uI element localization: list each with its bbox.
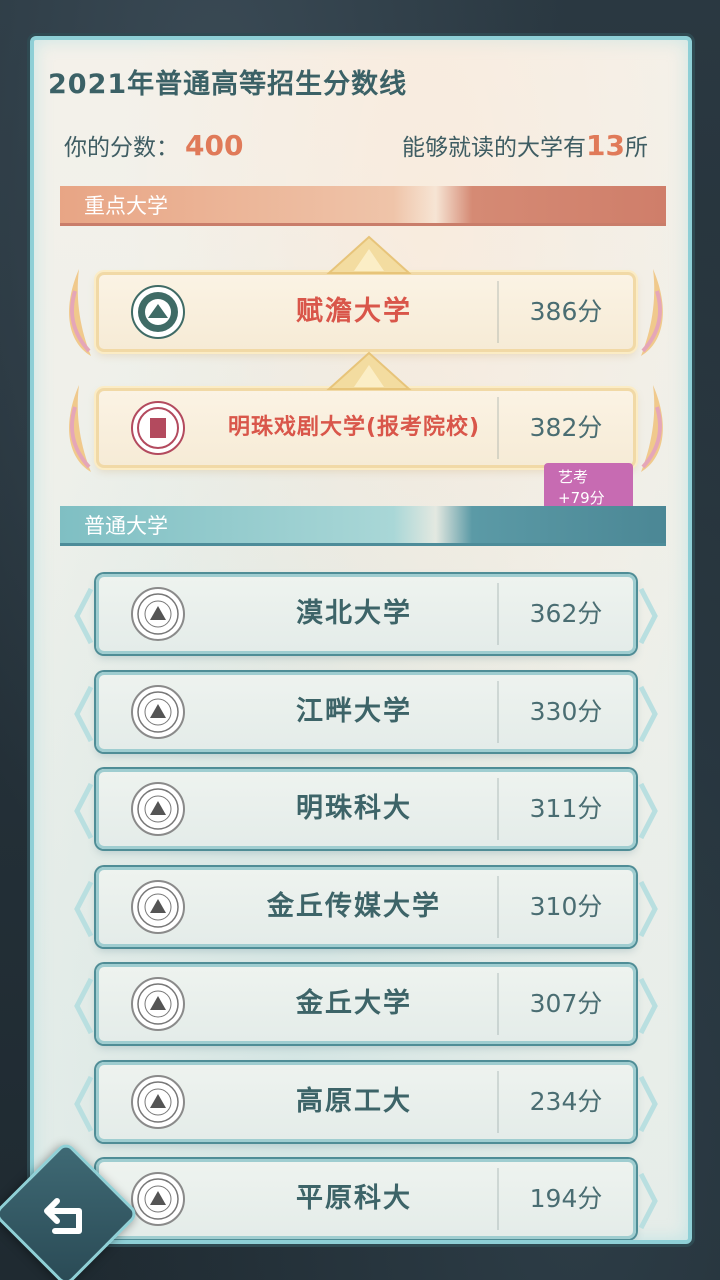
art-bonus-badge: 艺考+79分 — [544, 463, 633, 511]
divider — [497, 1168, 499, 1230]
university-card-applied[interactable]: 明珠戏剧大学(报考院校) 382分 艺考+79分 — [69, 351, 663, 511]
score-value: 400 — [185, 129, 244, 162]
university-card[interactable]: 金丘传媒大学 310分 — [74, 866, 658, 947]
cutoff-score: 386分 — [529, 297, 603, 326]
chevron-left-icon — [74, 587, 94, 645]
chevron-left-icon — [74, 880, 94, 937]
page-title: 2021年普通高等招生分数线 — [48, 69, 408, 100]
laurel-right-icon — [641, 269, 663, 356]
university-card[interactable]: 金丘大学 307分 — [74, 964, 658, 1044]
laurel-right-icon — [641, 385, 663, 472]
divider — [497, 1070, 499, 1133]
section-normal-label: 普通大学 — [84, 514, 168, 538]
section-key-universities: 重点大学 — [60, 186, 666, 226]
score-panel: 2021年普通高等招生分数线 你的分数： 400 能够就读的大学有13所 重点大学… — [30, 36, 692, 1244]
back-arrow-icon — [43, 1198, 82, 1234]
university-name: 明珠戏剧大学(报考院校) — [227, 415, 481, 440]
chevron-right-icon — [638, 1172, 658, 1230]
cutoff-score: 330分 — [529, 696, 603, 726]
cutoff-score: 307分 — [529, 989, 603, 1018]
drama-seal-icon — [131, 401, 185, 455]
chevron-right-icon — [638, 1075, 658, 1132]
section-normal-universities: 普通大学 — [60, 506, 666, 546]
university-seal-icon — [131, 587, 185, 641]
chevron-left-icon — [74, 1075, 94, 1132]
university-card[interactable]: 明珠科大 311分 — [74, 769, 658, 849]
university-card[interactable]: 赋澹大学 386分 — [69, 235, 663, 356]
available-count: 能够就读的大学有13所 — [402, 128, 648, 162]
university-seal-icon — [131, 879, 185, 934]
university-card[interactable]: 高原工大 234分 — [74, 1061, 658, 1142]
university-card[interactable]: 江畔大学 330分 — [74, 671, 658, 752]
divider — [497, 973, 499, 1035]
chevron-right-icon — [638, 782, 658, 840]
chevron-right-icon — [638, 587, 658, 645]
university-seal-icon — [131, 684, 185, 739]
chevron-left-icon — [74, 685, 94, 742]
university-name: 平原科大 — [296, 1183, 412, 1214]
crown-icon — [326, 235, 412, 274]
university-seal-icon — [131, 782, 185, 836]
university-name: 高原工大 — [296, 1085, 412, 1117]
chevron-left-icon — [74, 977, 94, 1035]
university-seal-icon — [131, 1172, 185, 1226]
score-label: 你的分数： — [64, 135, 179, 161]
university-card[interactable]: 漠北大学 362分 — [74, 574, 658, 654]
chevron-left-icon — [74, 782, 94, 840]
university-name: 明珠科大 — [296, 793, 412, 824]
university-seal-icon — [131, 1074, 185, 1129]
chevron-right-icon — [638, 685, 658, 742]
university-name: 江畔大学 — [296, 695, 412, 727]
available-prefix: 能够就读的大学有 — [402, 135, 587, 161]
university-card[interactable]: 平原科大 194分 — [74, 1159, 658, 1239]
university-name: 金丘传媒大学 — [267, 890, 441, 922]
divider — [497, 583, 499, 645]
cutoff-score: 234分 — [529, 1086, 603, 1116]
chevron-right-icon — [638, 977, 658, 1035]
university-seal-icon — [131, 977, 185, 1031]
divider — [497, 397, 499, 459]
university-name: 漠北大学 — [296, 598, 412, 629]
university-name: 赋澹大学 — [296, 296, 412, 327]
divider — [497, 680, 499, 743]
university-name: 金丘大学 — [296, 988, 412, 1019]
available-suffix: 所 — [625, 135, 648, 161]
your-score: 你的分数： 400 — [64, 128, 243, 162]
chevron-right-icon — [638, 880, 658, 937]
laurel-left-icon — [69, 269, 91, 356]
cutoff-score: 310分 — [529, 891, 603, 921]
divider — [497, 281, 499, 343]
available-number: 13 — [586, 129, 625, 162]
cutoff-score: 362分 — [529, 599, 603, 628]
crown-icon — [326, 351, 412, 390]
cutoff-score: 194分 — [529, 1184, 603, 1213]
university-seal-icon — [131, 285, 185, 339]
divider — [497, 778, 499, 840]
laurel-left-icon — [69, 385, 91, 472]
cutoff-score: 311分 — [529, 794, 603, 823]
cutoff-score: 382分 — [529, 413, 603, 442]
divider — [497, 875, 499, 938]
section-key-label: 重点大学 — [84, 194, 168, 218]
